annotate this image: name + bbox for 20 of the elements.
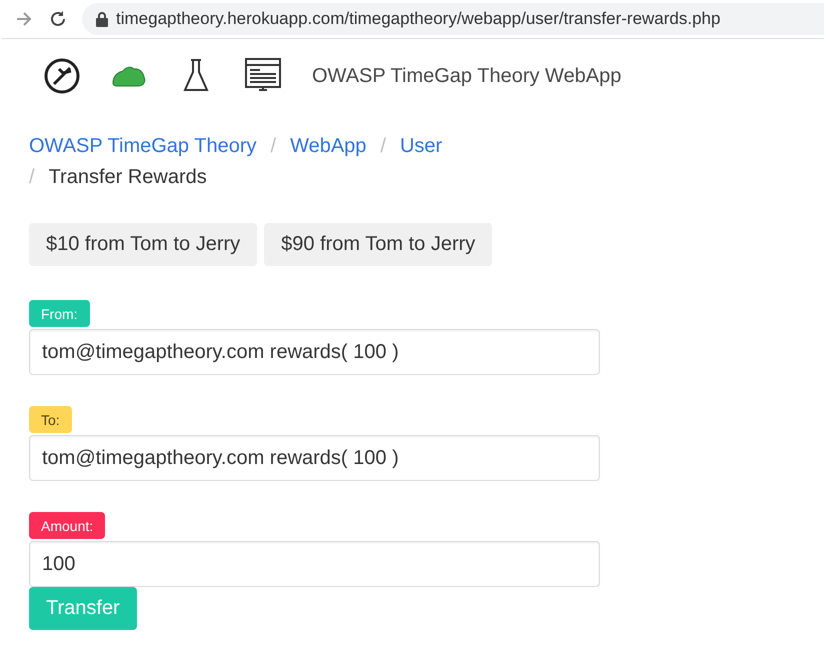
lock-icon [96,12,108,26]
field-label-tag: To: [29,406,72,433]
preset-button[interactable]: $10 from Tom to Jerry [29,223,258,266]
breadcrumb-current: Transfer Rewards [48,166,207,189]
app-title: OWASP TimeGap Theory WebApp [312,64,622,88]
field-label-tag: Amount: [29,512,106,539]
input-field[interactable]: tom@timegaptheory.com rewards( 100 ) [29,435,600,481]
breadcrumb-link[interactable]: OWASP TimeGap Theory [29,135,256,158]
url-text: timegaptheory.herokuapp.com/timegaptheory/webapp/user/transfer-rewards.php [116,9,720,29]
breadcrumb-separator: / [270,135,276,158]
preset-button[interactable]: $90 from Tom to Jerry [264,223,492,266]
reload-icon[interactable] [48,9,68,29]
breadcrumb-link[interactable]: User [400,135,442,158]
field-label-tag: From: [29,300,90,327]
breadcrumb-separator: / [29,166,35,189]
address-bar[interactable]: timegaptheory.herokuapp.com/timegaptheory/webapp/user/transfer-rewards.php [82,3,824,35]
input-field[interactable]: tom@timegaptheory.com rewards( 100 ) [29,329,600,375]
breadcrumb-link[interactable]: WebApp [290,135,366,158]
input-field[interactable]: 100 [29,541,600,587]
breadcrumb-separator: / [380,135,386,158]
